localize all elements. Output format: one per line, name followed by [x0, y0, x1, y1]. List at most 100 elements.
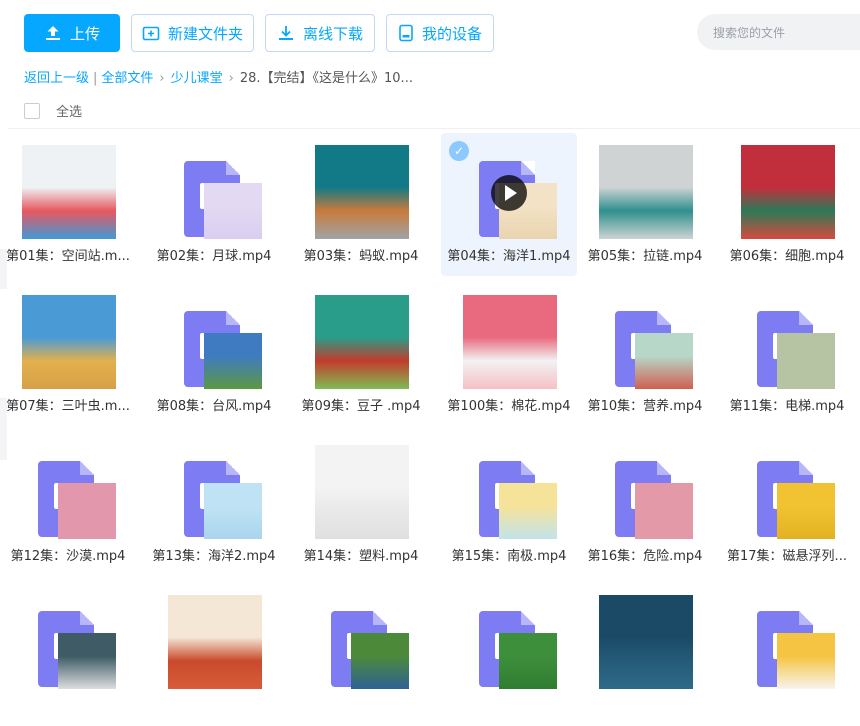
preview-image: [58, 633, 116, 689]
file-item[interactable]: [719, 583, 855, 726]
new-folder-label: 新建文件夹: [167, 24, 243, 43]
file-item[interactable]: 第16集：危险.mp4: [577, 433, 713, 576]
file-item[interactable]: 第15集：南极.mp4: [441, 433, 577, 576]
video-thumbnail: [599, 145, 693, 239]
video-file-icon: [463, 445, 557, 539]
file-item[interactable]: [146, 583, 282, 726]
offline-download-label: 离线下载: [302, 24, 363, 43]
upload-label: 上传: [69, 24, 100, 43]
file-item[interactable]: [0, 583, 136, 726]
file-name: 第08集：台风.mp4: [156, 399, 272, 414]
file-item[interactable]: 第08集：台风.mp4: [146, 283, 282, 426]
file-name: 第03集：蚂蚁.mp4: [303, 249, 419, 264]
video-file-icon: [741, 595, 835, 689]
video-file-icon: [22, 445, 116, 539]
file-item[interactable]: 第17集：磁悬浮列...: [719, 433, 855, 576]
video-file-icon: [315, 595, 409, 689]
file-name: 第09集：豆子 .mp4: [301, 399, 421, 414]
file-name: 第06集：细胞.mp4: [729, 249, 845, 264]
file-item[interactable]: 第10集：营养.mp4: [577, 283, 713, 426]
file-item[interactable]: 第14集：塑料.mp4: [293, 433, 429, 576]
current-folder: 28.【完结】《这是什么》10...: [239, 71, 413, 86]
file-item[interactable]: 第13集：海洋2.mp4: [146, 433, 282, 576]
file-item[interactable]: 第03集：蚂蚁.mp4: [293, 133, 429, 276]
video-thumbnail: [22, 295, 116, 389]
preview-image: [777, 633, 835, 689]
file-item[interactable]: 第11集：电梯.mp4: [719, 283, 855, 426]
device-icon: [399, 24, 413, 42]
file-name: 第14集：塑料.mp4: [303, 549, 419, 564]
file-item[interactable]: [441, 583, 577, 726]
file-item[interactable]: 第07集：三叶虫.m...: [0, 283, 136, 426]
preview-image: [351, 633, 409, 689]
file-item[interactable]: 第12集：沙漠.mp4: [0, 433, 136, 576]
video-file-icon: [741, 445, 835, 539]
video-file-icon: [599, 445, 693, 539]
preview-image: [499, 483, 557, 539]
file-item[interactable]: 第09集：豆子 .mp4: [293, 283, 429, 426]
preview-image: [204, 183, 262, 239]
file-item[interactable]: [577, 583, 713, 726]
file-name: 第15集：南极.mp4: [451, 549, 567, 564]
video-thumbnail: [741, 145, 835, 239]
video-thumbnail: [315, 445, 409, 539]
search-input[interactable]: 搜索您的文件: [697, 14, 860, 50]
select-all-checkbox[interactable]: [24, 102, 40, 119]
preview-image: [204, 483, 262, 539]
file-name: 第04集：海洋1.mp4: [447, 249, 571, 264]
file-item[interactable]: ✓ 第04集：海洋1.mp4: [441, 133, 577, 276]
upload-button[interactable]: 上传: [24, 14, 120, 52]
preview-image: [204, 333, 262, 389]
new-folder-button[interactable]: 新建文件夹: [131, 14, 254, 52]
video-file-icon: [168, 295, 262, 389]
toolbar: 上传 新建文件夹 离线下载 我的设备 搜索您的文件: [0, 0, 860, 66]
preview-image: [777, 483, 835, 539]
my-devices-button[interactable]: 我的设备: [386, 14, 494, 52]
file-name: 第100集：棉花.mp4: [447, 399, 571, 414]
breadcrumb: 返回上一级 | 全部文件 › 少儿课堂 › 28.【完结】《这是什么》10...: [24, 71, 413, 86]
video-thumbnail: [22, 145, 116, 239]
back-link[interactable]: 返回上一级: [24, 71, 89, 86]
preview-image: [777, 333, 835, 389]
file-name: 第16集：危险.mp4: [587, 549, 703, 564]
file-name: 第10集：营养.mp4: [587, 399, 703, 414]
file-item[interactable]: [293, 583, 429, 726]
my-devices-label: 我的设备: [421, 24, 482, 43]
file-item[interactable]: 第01集：空间站.m...: [0, 133, 136, 276]
file-item[interactable]: 第06集：细胞.mp4: [719, 133, 855, 276]
video-file-icon: [168, 445, 262, 539]
new-folder-icon: [142, 26, 160, 41]
video-file-icon: [741, 295, 835, 389]
preview-image: [499, 633, 557, 689]
offline-download-button[interactable]: 离线下载: [265, 14, 375, 52]
preview-image: [635, 333, 693, 389]
folder-link[interactable]: 少儿课堂: [171, 71, 223, 86]
select-all[interactable]: 全选: [24, 101, 82, 120]
video-file-icon: [599, 295, 693, 389]
select-all-label: 全选: [56, 105, 83, 120]
video-file-icon: [463, 595, 557, 689]
file-name: 第05集：拉链.mp4: [587, 249, 703, 264]
video-file-icon: [168, 145, 262, 239]
file-name: 第11集：电梯.mp4: [729, 399, 845, 414]
file-name: 第12集：沙漠.mp4: [10, 549, 126, 564]
file-item[interactable]: 第100集：棉花.mp4: [441, 283, 577, 426]
video-thumbnail: [315, 295, 409, 389]
file-name: 第01集：空间站.m...: [6, 249, 130, 264]
play-icon[interactable]: [491, 175, 527, 211]
file-name: 第07集：三叶虫.m...: [6, 399, 130, 414]
video-file-icon: [22, 595, 116, 689]
file-item[interactable]: 第05集：拉链.mp4: [577, 133, 713, 276]
file-name: 第17集：磁悬浮列...: [727, 549, 847, 564]
file-name: 第02集：月球.mp4: [156, 249, 272, 264]
divider: [8, 128, 860, 129]
download-icon: [278, 26, 293, 40]
search-placeholder: 搜索您的文件: [713, 25, 786, 40]
video-thumbnail: [463, 295, 557, 389]
preview-image: [58, 483, 116, 539]
all-files-link[interactable]: 全部文件: [101, 71, 153, 86]
check-icon[interactable]: ✓: [449, 141, 469, 161]
file-name: 第13集：海洋2.mp4: [152, 549, 276, 564]
preview-image: [635, 483, 693, 539]
file-item[interactable]: 第02集：月球.mp4: [146, 133, 282, 276]
